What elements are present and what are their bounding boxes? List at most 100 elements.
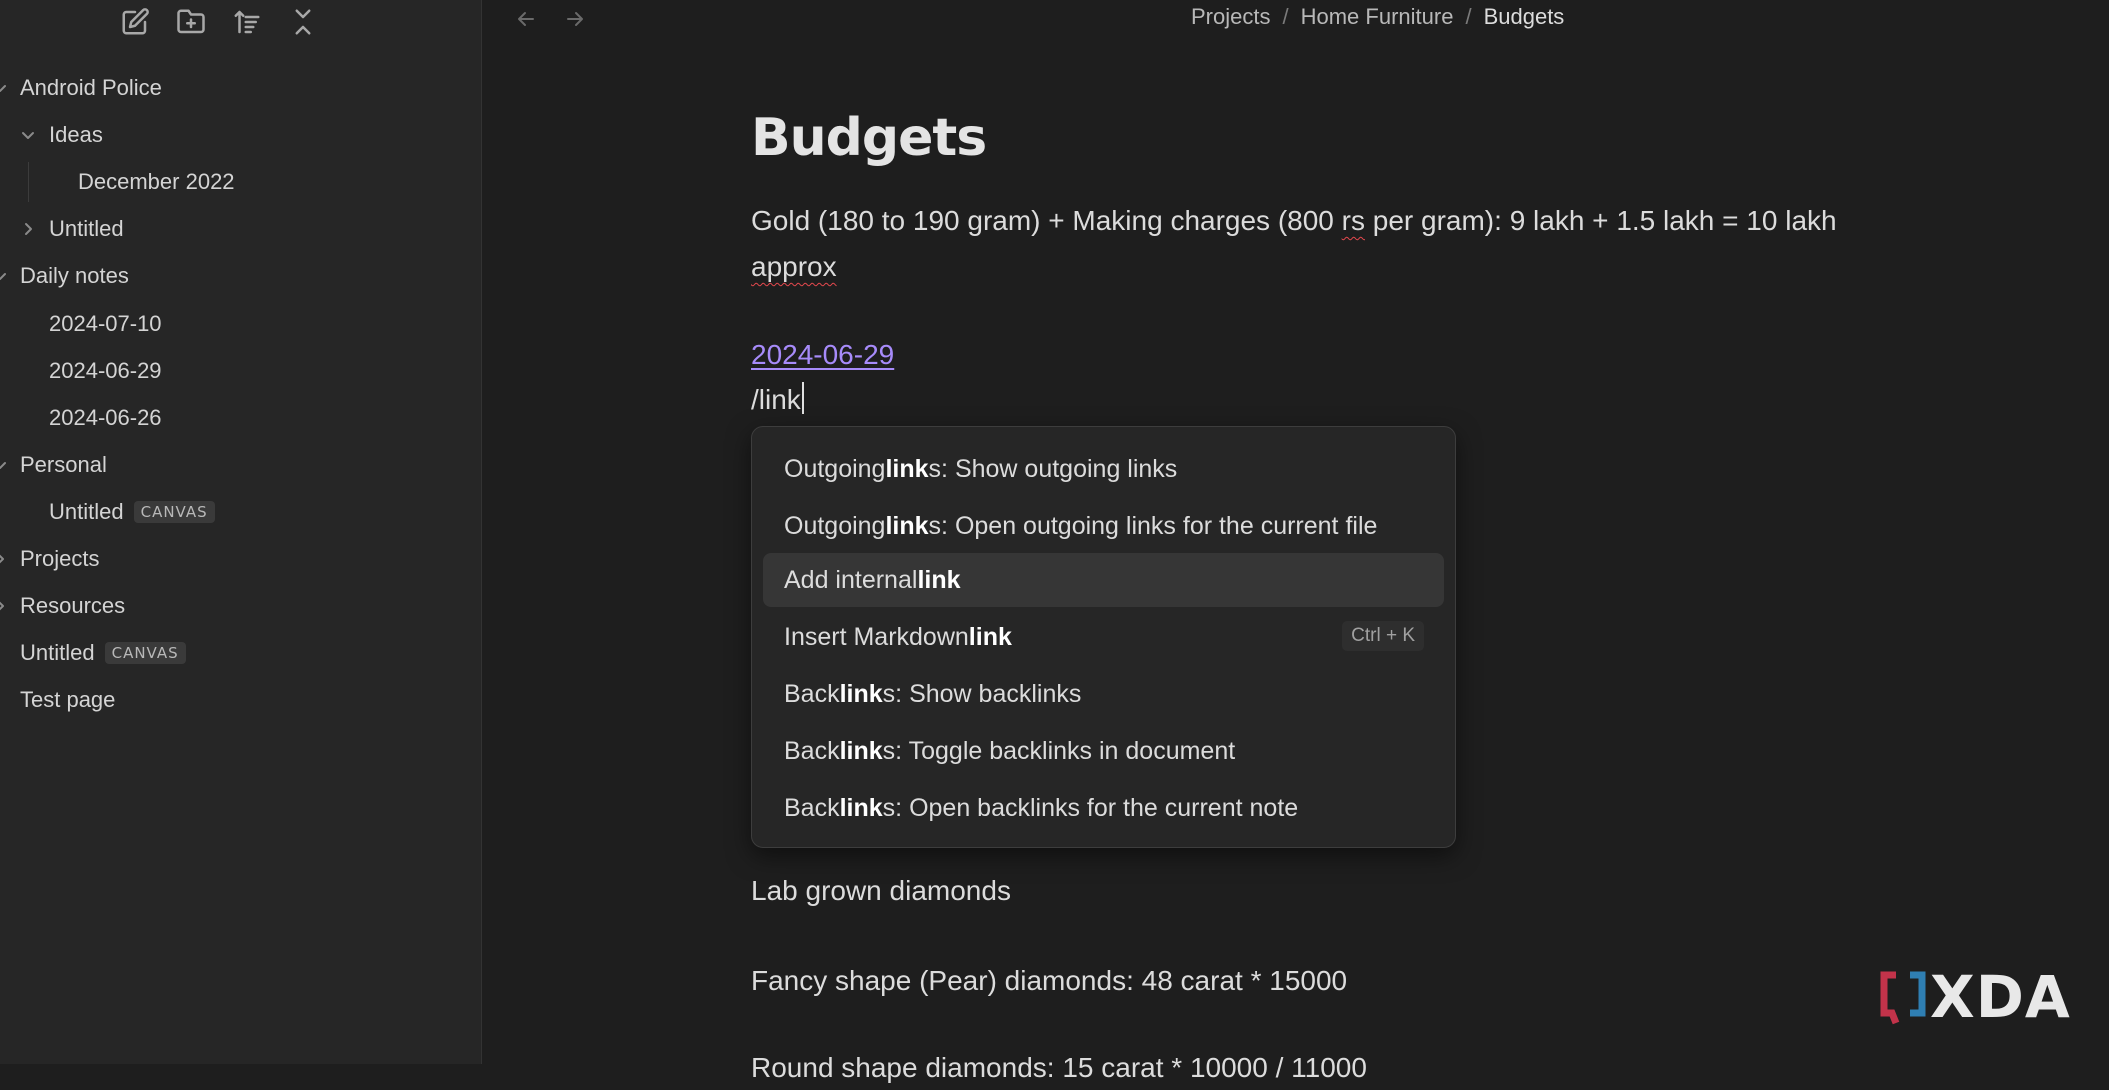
sidebar-item-2024-06-29[interactable]: 2024-06-29 <box>0 351 162 391</box>
sidebar-item-label: Resources <box>20 593 126 618</box>
text-segment: per gram): 9 lakh + 1.5 lakh = 10 lakh <box>1364 205 1837 236</box>
text-segment: Round shape diamonds: 15 carat * 10000 /… <box>751 1052 1367 1083</box>
suggestion-match: link <box>968 622 1012 651</box>
sidebar-item-untitled-canvas-root[interactable]: Untitled CANVAS <box>0 633 186 673</box>
new-note-button[interactable] <box>117 4 153 40</box>
breadcrumb: Projects / Home Furniture / Budgets <box>1191 4 1564 30</box>
suggestion-item[interactable]: Outgoing link s: Open outgoing links for … <box>763 499 1444 553</box>
note-line-date-link[interactable]: 2024-06-29 <box>751 332 894 377</box>
sidebar-item-label: 2024-06-26 <box>49 405 162 430</box>
suggestion-item[interactable]: Back link s: Toggle backlinks in document <box>763 724 1444 778</box>
suggestion-item[interactable]: Insert Markdown link Ctrl + K <box>763 610 1444 664</box>
suggestion-match: link <box>839 736 883 765</box>
sidebar-item-label: Ideas <box>49 122 103 147</box>
sidebar-item-label: Projects <box>20 546 100 571</box>
sidebar-item-label: Android Police <box>20 75 162 100</box>
suggestion-item[interactable]: Back link s: Open backlinks for the curren… <box>763 781 1444 835</box>
collapse-all-button[interactable] <box>285 4 321 40</box>
sidebar-item-ideas[interactable]: Ideas <box>0 115 103 155</box>
sidebar-item-december-2022[interactable]: December 2022 <box>0 162 235 202</box>
suggestion-match: link <box>917 565 961 594</box>
xda-logo-icon <box>1880 971 1926 1025</box>
editor-pane: Projects / Home Furniture / Budgets Budg… <box>482 0 2109 1083</box>
note-line-command[interactable]: /link <box>751 377 804 422</box>
note-line-approx[interactable]: approx <box>751 244 837 289</box>
command-suggestion-popup: Outgoing link s: Show outgoing links Outg… <box>751 426 1456 848</box>
sidebar-item-daily-notes[interactable]: Daily notes <box>0 256 129 296</box>
suggestion-text: s: Open outgoing links for the current f… <box>928 511 1378 540</box>
suggestion-match: link <box>839 679 883 708</box>
internal-link-date[interactable]: 2024-06-29 <box>751 339 894 370</box>
sidebar-item-test-page[interactable]: Test page <box>0 680 115 720</box>
suggestion-match: link <box>885 511 929 540</box>
sidebar-item-untitled-folder[interactable]: Untitled <box>0 209 124 249</box>
file-explorer-sidebar: Android Police Ideas December 2022 Untit… <box>0 0 482 1064</box>
sidebar-toolbar <box>0 0 481 42</box>
sidebar-item-android-police[interactable]: Android Police <box>0 68 162 108</box>
chevron-right-icon <box>20 221 36 237</box>
sidebar-item-label: Untitled <box>49 216 124 241</box>
text-segment: Lab grown diamonds <box>751 875 1011 906</box>
misspelled-word: rs <box>1341 205 1365 236</box>
suggestion-text: s: Show outgoing links <box>928 454 1178 483</box>
chevron-down-icon <box>0 80 8 96</box>
suggestion-text: Back <box>784 736 840 765</box>
chevron-down-icon <box>0 457 8 473</box>
suggestion-text: Back <box>784 679 840 708</box>
suggestion-match: link <box>885 454 929 483</box>
sidebar-item-personal[interactable]: Personal <box>0 445 107 485</box>
back-button[interactable] <box>509 2 543 36</box>
xda-watermark: XDA <box>1880 963 2080 1031</box>
text-cursor <box>801 382 804 414</box>
sidebar-item-resources[interactable]: Resources <box>0 586 125 626</box>
misspelled-word: approx <box>751 251 837 282</box>
text-segment: Fancy shape (Pear) diamonds: 48 carat * … <box>751 965 1348 996</box>
slash-command-text: /link <box>751 384 801 415</box>
breadcrumb-item-home-furniture[interactable]: Home Furniture <box>1301 4 1454 30</box>
sidebar-item-2024-07-10[interactable]: 2024-07-10 <box>0 304 162 344</box>
note-line-lab-grown[interactable]: Lab grown diamonds <box>751 868 1011 913</box>
note-line-fancy-shape[interactable]: Fancy shape (Pear) diamonds: 48 carat * … <box>751 958 1347 1003</box>
sidebar-item-label: Untitled <box>49 499 124 524</box>
suggestion-text: Outgoing <box>784 454 886 483</box>
collapse-all-icon <box>295 9 311 35</box>
suggestion-match: link <box>839 793 883 822</box>
sidebar-item-label: 2024-06-29 <box>49 358 162 383</box>
new-folder-icon <box>177 9 205 34</box>
new-folder-button[interactable] <box>173 4 209 40</box>
sidebar-item-label: Test page <box>20 687 116 712</box>
sidebar-item-2024-06-26[interactable]: 2024-06-26 <box>0 398 162 438</box>
sort-button[interactable] <box>229 4 265 40</box>
page-title[interactable]: Budgets <box>751 108 987 168</box>
suggestion-text: s: Toggle backlinks in document <box>882 736 1236 765</box>
suggestion-text: Add internal <box>784 565 918 594</box>
sort-icon <box>234 10 260 34</box>
sidebar-item-label: Daily notes <box>20 263 129 288</box>
breadcrumb-separator: / <box>1465 4 1472 29</box>
canvas-badge: CANVAS <box>133 501 215 523</box>
sidebar-item-label: Personal <box>20 452 107 477</box>
sidebar-item-projects[interactable]: Projects <box>0 539 99 579</box>
breadcrumb-item-budgets[interactable]: Budgets <box>1484 4 1565 30</box>
suggestion-text: Outgoing <box>784 511 886 540</box>
suggestion-text: s: Show backlinks <box>882 679 1082 708</box>
sidebar-item-label: December 2022 <box>78 169 235 194</box>
breadcrumb-item-projects[interactable]: Projects <box>1191 4 1270 30</box>
chevron-down-icon <box>20 127 36 143</box>
suggestion-item[interactable]: Outgoing link s: Show outgoing links <box>763 442 1444 496</box>
suggestion-item[interactable]: Back link s: Show backlinks <box>763 667 1444 721</box>
suggestion-text: Insert Markdown <box>784 622 969 651</box>
hotkey-badge: Ctrl + K <box>1342 621 1424 651</box>
watermark-text: XDA <box>1930 963 2071 1031</box>
canvas-badge: CANVAS <box>104 642 186 664</box>
chevron-down-icon <box>0 268 8 284</box>
arrow-left-icon <box>518 12 534 26</box>
arrow-right-icon <box>567 12 583 26</box>
suggestion-item-selected[interactable]: Add internal link <box>763 553 1444 607</box>
note-line-gold[interactable]: Gold (180 to 190 gram) + Making charges … <box>751 198 1837 243</box>
note-line-round-shape[interactable]: Round shape diamonds: 15 carat * 10000 /… <box>751 1045 1367 1090</box>
forward-button[interactable] <box>558 2 592 36</box>
sidebar-item-label: 2024-07-10 <box>49 311 162 336</box>
sidebar-item-untitled-canvas[interactable]: Untitled CANVAS <box>0 492 215 532</box>
text-segment: Gold (180 to 190 gram) + Making charges … <box>751 205 1342 236</box>
